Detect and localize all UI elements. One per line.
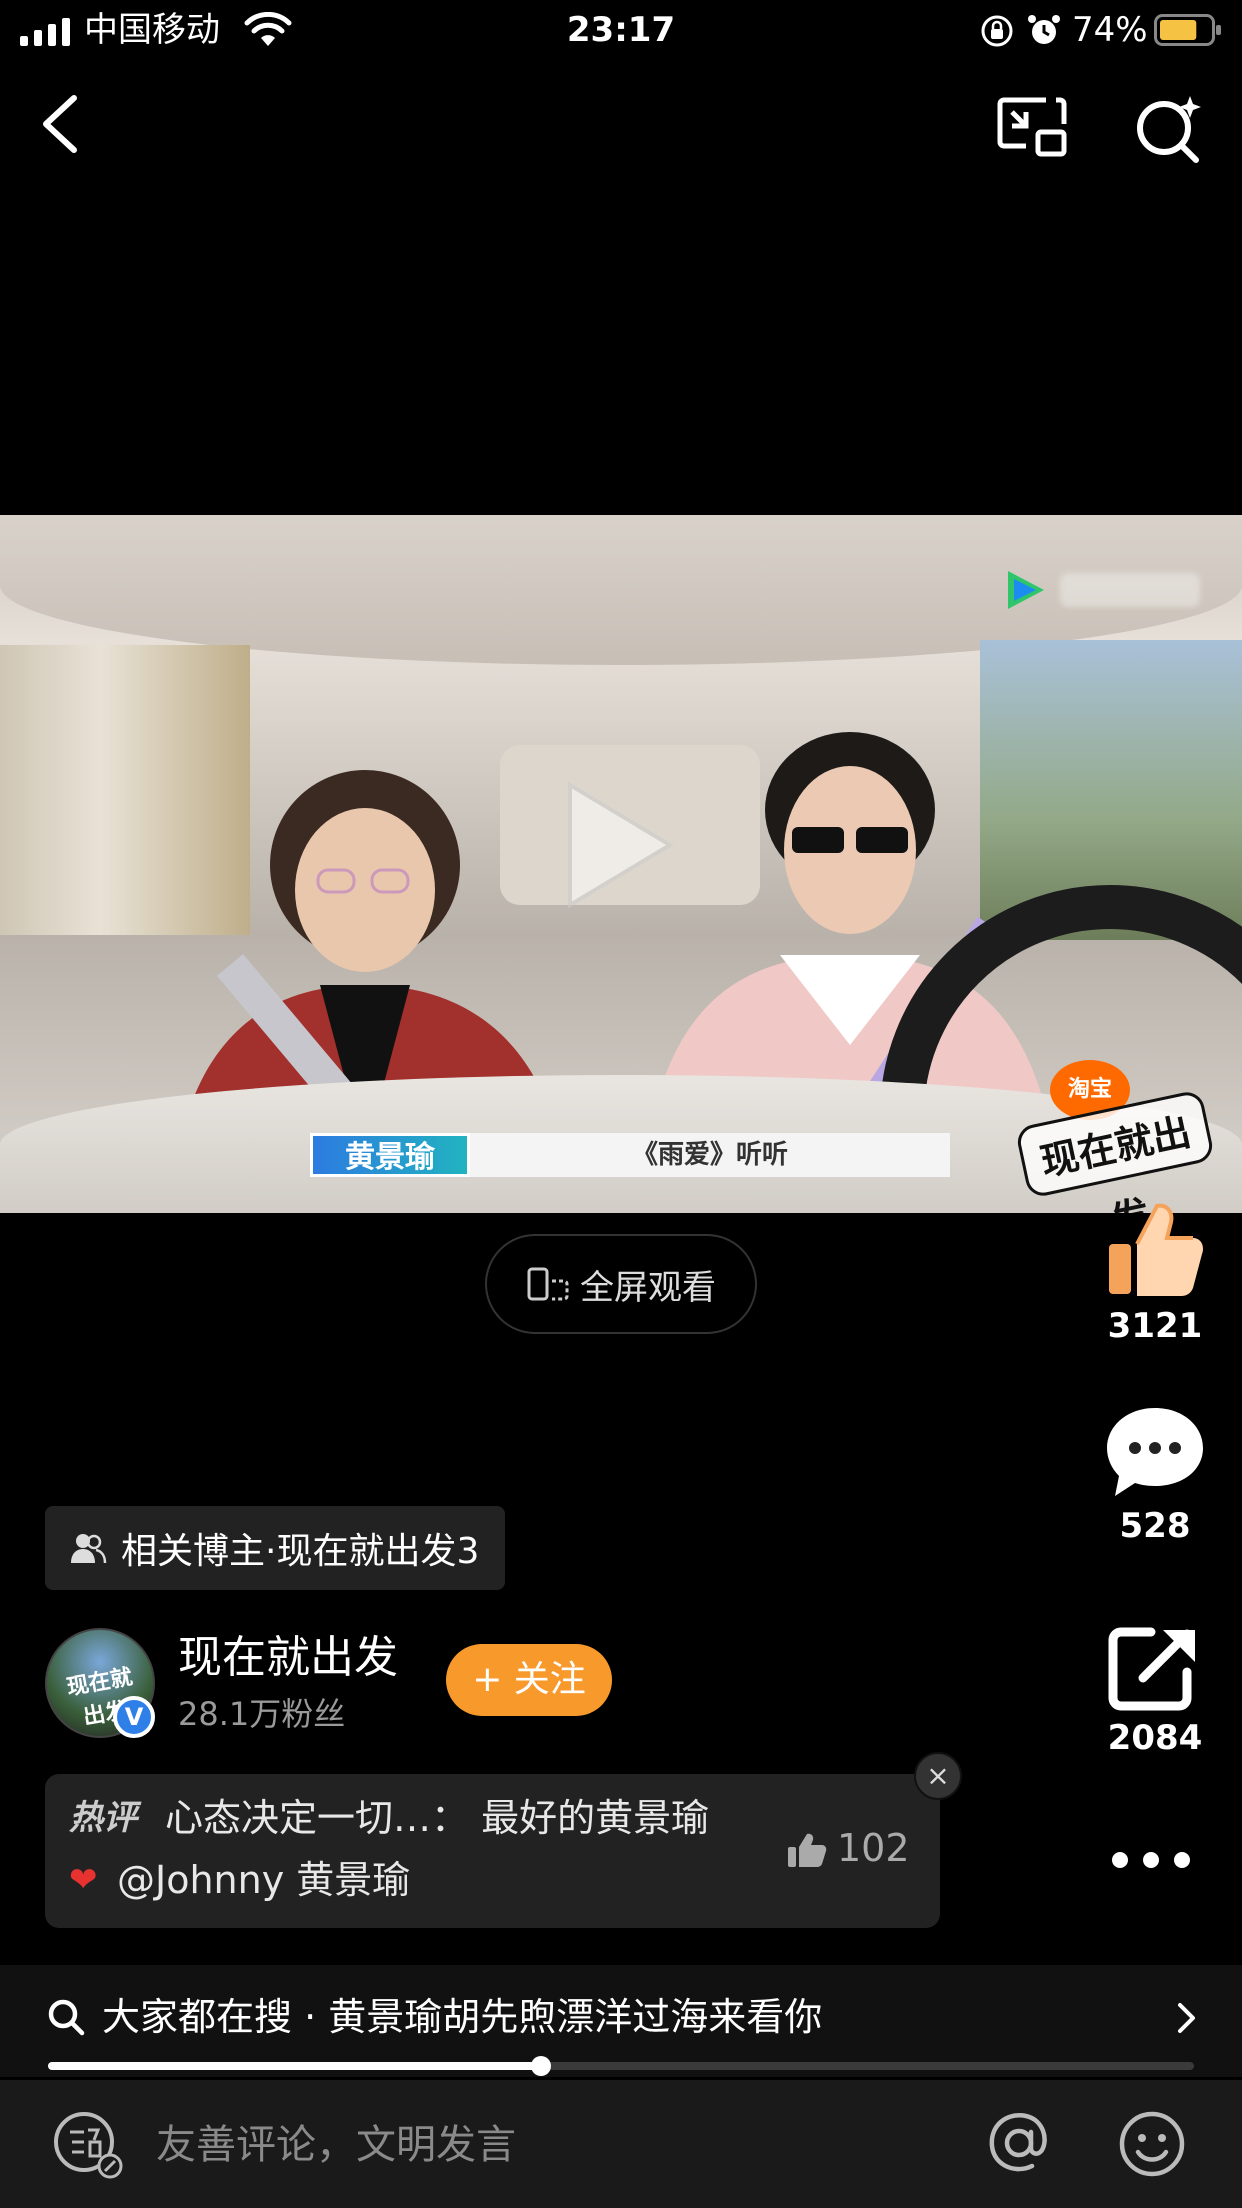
- like-button[interactable]: 3121: [1090, 1200, 1220, 1346]
- video-subtitle-bar: 黄景瑜 《雨爱》听听: [310, 1133, 950, 1177]
- thumbs-up-icon: [1109, 1203, 1203, 1296]
- related-blogger-label: 相关博主·现在就出发3: [121, 1531, 480, 1572]
- hot-comment-card[interactable]: 热评 心态决定一切…： 最好的黄景瑜 ❤ @Johnny 黄景瑜 102: [45, 1774, 940, 1928]
- share-icon: [1108, 1627, 1195, 1711]
- hot-comment-like-count: 102: [837, 1826, 910, 1870]
- subtitle-text: 《雨爱》听听: [470, 1133, 950, 1177]
- comment-input[interactable]: 友善评论，文明发言: [156, 2118, 516, 2172]
- play-icon[interactable]: [560, 775, 680, 915]
- rotation-lock-icon: [981, 15, 1013, 47]
- emoji-icon[interactable]: [1118, 2110, 1186, 2178]
- heart-icon: ❤: [69, 1860, 98, 1900]
- comment-button[interactable]: 528: [1090, 1404, 1220, 1546]
- video-watermark: [1060, 573, 1200, 607]
- hot-comment-tag: 热评: [69, 1798, 137, 1838]
- more-options-icon[interactable]: [1110, 1850, 1192, 1870]
- video-progress-bar[interactable]: [48, 2056, 1194, 2076]
- author-name[interactable]: 现在就出发: [178, 1628, 398, 1688]
- comment-input-bar[interactable]: 友善评论，文明发言: [0, 2080, 1242, 2208]
- rotate-phone-icon: [527, 1267, 569, 1301]
- like-count: 3121: [1107, 1306, 1203, 1346]
- avatar[interactable]: 现在就出发 V: [45, 1628, 155, 1738]
- mention-at-icon[interactable]: [986, 2110, 1052, 2176]
- fullscreen-button[interactable]: 全屏观看: [485, 1234, 757, 1334]
- verified-badge: V: [113, 1696, 155, 1738]
- status-bar: 中国移动 23:17 74%: [0, 0, 1242, 62]
- video-progress-fill: [48, 2062, 541, 2070]
- fullscreen-label: 全屏观看: [580, 1267, 716, 1308]
- alarm-icon: [1028, 15, 1060, 44]
- video-player[interactable]: 黄景瑜 《雨爱》听听 淘宝 现在就出发: [0, 515, 1242, 1213]
- follow-button[interactable]: + 关注: [446, 1644, 612, 1716]
- comment-count: 528: [1119, 1506, 1191, 1546]
- author-fans-count: 28.1万粉丝: [178, 1695, 346, 1733]
- share-count: 2084: [1107, 1718, 1203, 1758]
- close-icon[interactable]: ×: [914, 1752, 962, 1800]
- hot-comment-mention[interactable]: @Johnny 黄景瑜: [117, 1856, 410, 1904]
- search-icon: [48, 1999, 85, 2036]
- video-progress-handle[interactable]: [530, 2056, 551, 2076]
- thumbs-up-icon[interactable]: [787, 1832, 827, 1868]
- users-icon: [71, 1534, 107, 1564]
- picture-in-picture-icon[interactable]: [996, 96, 1068, 158]
- comment-bubble-icon: [1107, 1408, 1203, 1496]
- chevron-right-icon: [1178, 2003, 1195, 2033]
- search-sparkle-icon[interactable]: [1132, 92, 1204, 164]
- tencent-video-logo-icon: [1008, 571, 1044, 609]
- show-logo: 淘宝 现在就出发: [1014, 1060, 1216, 1213]
- search-suggestion-bar[interactable]: 大家都在搜 · 黄景瑜胡先煦漂洋过海来看你: [0, 1965, 1242, 2077]
- related-blogger-chip[interactable]: 相关博主·现在就出发3: [45, 1506, 506, 1590]
- subtitle-speaker-name: 黄景瑜: [310, 1133, 470, 1177]
- search-suggestion-text: 大家都在搜 · 黄景瑜胡先煦漂洋过海来看你: [102, 1995, 823, 2039]
- battery-icon: [1154, 14, 1221, 46]
- back-icon[interactable]: [30, 88, 90, 160]
- share-button[interactable]: 2084: [1090, 1622, 1220, 1758]
- comment-edit-icon[interactable]: [50, 2108, 126, 2180]
- battery-percent: 74%: [1072, 10, 1148, 50]
- hot-comment-text: 心态决定一切…： 最好的黄景瑜: [165, 1796, 710, 1840]
